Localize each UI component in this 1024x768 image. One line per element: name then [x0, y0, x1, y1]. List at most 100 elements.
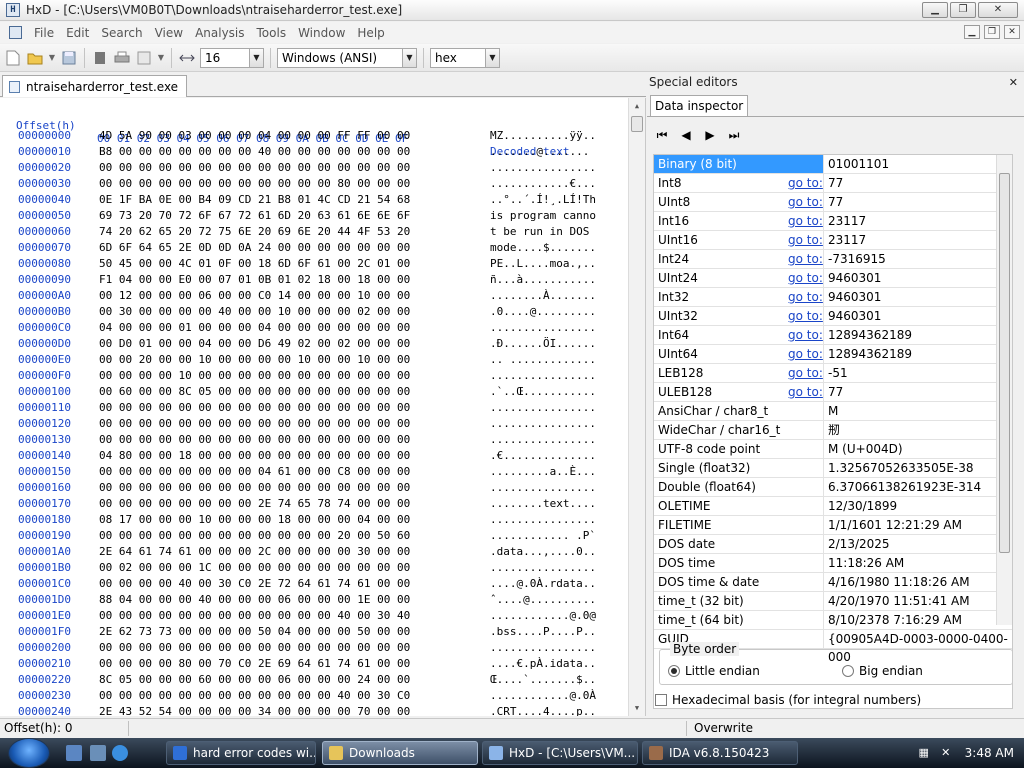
inspector-row-value[interactable]: 9460301 — [828, 307, 881, 325]
inspector-row-value[interactable]: 23117 — [828, 231, 866, 249]
menu-file[interactable]: File — [28, 26, 60, 40]
radio-selected-icon[interactable] — [668, 665, 680, 677]
row-bytes[interactable]: 2E 64 61 74 61 00 00 00 2C 00 00 00 00 3… — [99, 544, 410, 560]
row-bytes[interactable]: 00 00 00 00 00 00 00 00 00 00 00 00 40 0… — [99, 688, 410, 704]
row-bytes[interactable]: 08 17 00 00 00 10 00 00 00 18 00 00 00 0… — [99, 512, 410, 528]
menu-view[interactable]: View — [149, 26, 189, 40]
volume-muted-icon[interactable]: ✕ — [939, 746, 953, 760]
row-bytes[interactable]: 00 00 00 00 00 00 00 00 00 00 00 00 40 0… — [99, 608, 410, 624]
row-bytes[interactable]: 00 12 00 00 00 06 00 00 C0 14 00 00 00 1… — [99, 288, 410, 304]
inspector-row-value[interactable]: 4/20/1970 11:51:41 AM — [828, 592, 970, 610]
row-decoded-text[interactable]: Œ....`.......$.. — [490, 672, 596, 688]
little-endian-radio[interactable]: Little endian — [668, 664, 760, 678]
scroll-thumb[interactable] — [631, 116, 643, 132]
inspector-row[interactable]: UTF-8 code point M (U+004D) — [654, 440, 1012, 459]
row-decoded-text[interactable]: .CRT....4....p.. — [490, 704, 596, 716]
row-bytes[interactable]: 00 00 00 00 80 00 70 C0 2E 69 64 61 74 6… — [99, 656, 410, 672]
taskbar-task[interactable]: HxD - [C:\Users\VM... — [482, 741, 638, 765]
row-decoded-text[interactable]: ..°..´.Í!¸.LÍ!Th — [490, 192, 596, 208]
inspector-row[interactable]: UInt24 go to: 9460301 — [654, 269, 1012, 288]
row-bytes[interactable]: 00 30 00 00 00 00 40 00 00 10 00 00 00 0… — [99, 304, 410, 320]
inspector-vertical-scrollbar[interactable] — [996, 155, 1012, 625]
goto-link[interactable]: go to: — [788, 345, 823, 363]
print-icon[interactable] — [113, 49, 131, 67]
row-bytes[interactable]: 00 00 00 00 00 00 00 00 00 00 00 00 00 0… — [99, 480, 410, 496]
goto-link[interactable]: go to: — [788, 212, 823, 230]
row-bytes[interactable]: 88 04 00 00 00 40 00 00 00 06 00 00 00 1… — [99, 592, 410, 608]
minimize-button[interactable]: ▁ — [922, 2, 948, 18]
menu-edit[interactable]: Edit — [60, 26, 95, 40]
row-decoded-text[interactable]: ................ — [490, 400, 596, 416]
inspector-row-value[interactable]: 11:18:26 AM — [828, 554, 904, 572]
maximize-button[interactable]: ❐ — [950, 2, 976, 18]
inspector-row-value[interactable]: 77 — [828, 174, 843, 192]
checkbox-unchecked-icon[interactable] — [655, 694, 667, 706]
row-bytes[interactable]: 00 00 00 00 00 00 00 00 00 00 00 00 00 0… — [99, 432, 410, 448]
hxd-app-icon[interactable]: H — [6, 3, 20, 17]
row-decoded-text[interactable]: .bss....P....P.. — [490, 624, 596, 640]
row-bytes[interactable]: 00 00 00 00 00 00 00 00 00 00 00 00 20 0… — [99, 528, 410, 544]
tab-data-inspector[interactable]: Data inspector — [650, 95, 749, 117]
inspector-row-value[interactable]: M (U+004D) — [828, 440, 903, 458]
close-file-icon[interactable] — [91, 49, 109, 67]
menu-window[interactable]: Window — [292, 26, 351, 40]
inspector-row[interactable]: WideChar / char16_t 剏 — [654, 421, 1012, 440]
row-bytes[interactable]: 00 02 00 00 00 1C 00 00 00 00 00 00 00 0… — [99, 560, 410, 576]
inspector-row-value[interactable]: 77 — [828, 383, 843, 401]
inspector-row-value[interactable]: 1/1/1601 12:21:29 AM — [828, 516, 962, 534]
inspector-row[interactable]: time_t (64 bit) 8/10/2378 7:16:29 AM — [654, 611, 1012, 630]
mdi-restore-button[interactable]: ❐ — [984, 25, 1000, 39]
hex-editor-view[interactable]: Offset(h) 00 01 02 03 04 05 06 07 08 09 … — [0, 98, 646, 716]
previous-icon[interactable]: ◀ — [679, 128, 693, 143]
show-desktop-icon[interactable] — [66, 745, 82, 761]
mdi-close-button[interactable]: ✕ — [1004, 25, 1020, 39]
row-bytes[interactable]: 00 00 00 00 00 00 00 00 00 00 00 00 00 0… — [99, 400, 410, 416]
menu-help[interactable]: Help — [351, 26, 390, 40]
row-bytes[interactable]: F1 04 00 00 E0 00 07 01 0B 01 02 18 00 1… — [99, 272, 410, 288]
inspector-row[interactable]: FILETIME 1/1/1601 12:21:29 AM — [654, 516, 1012, 535]
row-bytes[interactable]: 00 60 00 00 8C 05 00 00 00 00 00 00 00 0… — [99, 384, 410, 400]
inspector-row[interactable]: UInt32 go to: 9460301 — [654, 307, 1012, 326]
mdi-minimize-button[interactable]: ▁ — [964, 25, 980, 39]
inspector-row[interactable]: UInt64 go to: 12894362189 — [654, 345, 1012, 364]
hex-vertical-scrollbar[interactable]: ▲ ▼ — [628, 98, 645, 716]
row-decoded-text[interactable]: .. ............. — [490, 352, 596, 368]
row-decoded-text[interactable]: .0....@......... — [490, 304, 596, 320]
inspector-row[interactable]: Double (float64) 6.37066138261923E-314 — [654, 478, 1012, 497]
row-decoded-text[interactable]: ............ .P` — [490, 528, 596, 544]
inspector-row-value[interactable]: 12894362189 — [828, 326, 912, 344]
row-decoded-text[interactable]: ................ — [490, 160, 596, 176]
windows-start-icon[interactable] — [8, 738, 50, 768]
row-decoded-text[interactable]: PE..L....moa.,.. — [490, 256, 596, 272]
open-dropdown-icon[interactable]: ▼ — [48, 49, 56, 67]
inspector-row[interactable]: Single (float32) 1.32567052633505E-38 — [654, 459, 1012, 478]
scroll-up-icon[interactable]: ▲ — [629, 98, 645, 114]
network-icon[interactable]: ▦ — [917, 746, 931, 760]
big-endian-radio[interactable]: Big endian — [842, 664, 923, 678]
row-bytes[interactable]: 00 00 20 00 00 10 00 00 00 00 10 00 00 1… — [99, 352, 410, 368]
row-bytes[interactable]: 00 00 00 00 40 00 30 C0 2E 72 64 61 74 6… — [99, 576, 410, 592]
inspector-row-value[interactable]: 77 — [828, 193, 843, 211]
save-icon[interactable] — [60, 49, 78, 67]
row-bytes[interactable]: 69 73 20 70 72 6F 67 72 61 6D 20 63 61 6… — [99, 208, 410, 224]
inspector-row-value[interactable]: 剏 — [828, 421, 840, 439]
row-bytes[interactable]: 00 00 00 00 00 00 00 00 00 00 00 00 80 0… — [99, 176, 410, 192]
taskbar-task[interactable]: Downloads — [322, 741, 478, 765]
inspector-row[interactable]: Int32 go to: 9460301 — [654, 288, 1012, 307]
inspector-row[interactable]: UInt8 go to: 77 — [654, 193, 1012, 212]
row-bytes[interactable]: 74 20 62 65 20 72 75 6E 20 69 6E 20 44 4… — [99, 224, 410, 240]
goto-link[interactable]: go to: — [788, 250, 823, 268]
close-icon[interactable]: ✕ — [1009, 76, 1020, 89]
taskbar-task[interactable]: hard error codes wi... — [166, 741, 316, 765]
goto-link[interactable]: go to: — [788, 174, 823, 192]
row-decoded-text[interactable]: t be run in DOS — [490, 224, 596, 240]
inspector-row-value[interactable]: 1.32567052633505E-38 — [828, 459, 974, 477]
inspector-row-value[interactable]: M — [828, 402, 838, 420]
properties-icon[interactable] — [135, 49, 153, 67]
row-decoded-text[interactable]: is program canno — [490, 208, 596, 224]
row-decoded-text[interactable]: ........text.... — [490, 496, 596, 512]
row-bytes[interactable]: 00 00 00 00 00 00 00 00 2E 74 65 78 74 0… — [99, 496, 410, 512]
open-folder-icon[interactable] — [26, 49, 44, 67]
inspector-row-value[interactable]: 8/10/2378 7:16:29 AM — [828, 611, 962, 629]
goto-link[interactable]: go to: — [788, 269, 823, 287]
